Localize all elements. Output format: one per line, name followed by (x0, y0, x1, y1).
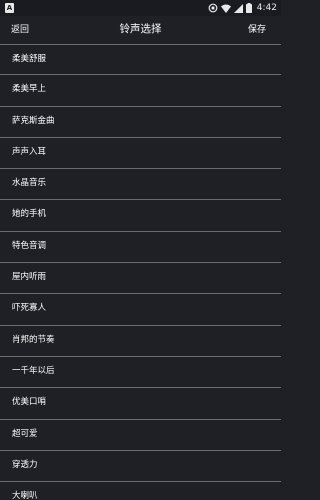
ringtone-label: 声声入耳 (12, 146, 47, 157)
ringtone-item[interactable]: 一千年以后 (0, 357, 281, 389)
ringtone-item[interactable]: 水晶音乐 (0, 169, 281, 201)
ringtone-label: 肖邦的节奏 (12, 334, 55, 345)
ringtone-item[interactable]: 超可爱 (0, 420, 281, 451)
ringtone-item[interactable]: 萨克斯金曲 (0, 107, 281, 138)
battery-icon (245, 3, 252, 13)
ringtone-label: 柔美舒服 (12, 54, 47, 64)
ringtone-item[interactable]: 穿透力 (0, 451, 281, 483)
ringtone-label: 超可爱 (12, 428, 38, 439)
ringtone-label: 她的手机 (12, 209, 47, 220)
target-icon (208, 3, 218, 13)
ringtone-item[interactable]: 柔美早上 (0, 75, 281, 107)
ringtone-label: 水晶音乐 (12, 178, 47, 189)
app-header: 返回 铃声选择 保存 (0, 16, 281, 44)
ringtone-label: 一千年以后 (12, 365, 55, 376)
ringtone-label: 大喇叭 (12, 491, 38, 500)
status-right: 4:42 (208, 3, 277, 13)
ringtone-item[interactable]: 声声入耳 (0, 138, 281, 170)
ringtone-item[interactable]: 大喇叭 (0, 482, 281, 500)
ringtone-item[interactable]: 吓死寡人 (0, 294, 281, 326)
status-bar: A 4:42 (0, 0, 281, 16)
status-time: 4:42 (256, 3, 277, 13)
ringtone-selection-screen: A 4:42 返回 铃声选择 保存 柔美舒服 柔美早上 萨克斯金曲 声声入耳 水… (0, 0, 281, 500)
ringtone-item[interactable]: 特色音调 (0, 232, 281, 264)
ringtone-item[interactable]: 肖邦的节奏 (0, 326, 281, 357)
ringtone-list: 柔美舒服 柔美早上 萨克斯金曲 声声入耳 水晶音乐 她的手机 特色音调 屋内听雨… (0, 44, 281, 500)
signal-icon (233, 3, 243, 13)
ringtone-label: 吓死寡人 (12, 303, 47, 314)
back-button[interactable]: 返回 (11, 16, 29, 44)
status-left: A (5, 3, 14, 13)
ringtone-item[interactable]: 屋内听雨 (0, 263, 281, 295)
ringtone-label: 特色音调 (12, 240, 47, 251)
ringtone-label: 穿透力 (12, 459, 38, 470)
ringtone-label: 屋内听雨 (12, 272, 47, 283)
ringtone-label: 优美口哨 (12, 397, 47, 408)
ringtone-label: 柔美早上 (12, 84, 47, 95)
ringtone-item[interactable]: 她的手机 (0, 200, 281, 232)
wifi-icon (220, 4, 231, 13)
save-button[interactable]: 保存 (248, 16, 266, 44)
page-title: 铃声选择 (119, 23, 162, 35)
ringtone-label: 萨克斯金曲 (12, 115, 55, 126)
ringtone-item[interactable]: 优美口哨 (0, 388, 281, 420)
ringtone-item[interactable]: 柔美舒服 (0, 44, 281, 76)
app-notification-icon: A (5, 3, 14, 13)
